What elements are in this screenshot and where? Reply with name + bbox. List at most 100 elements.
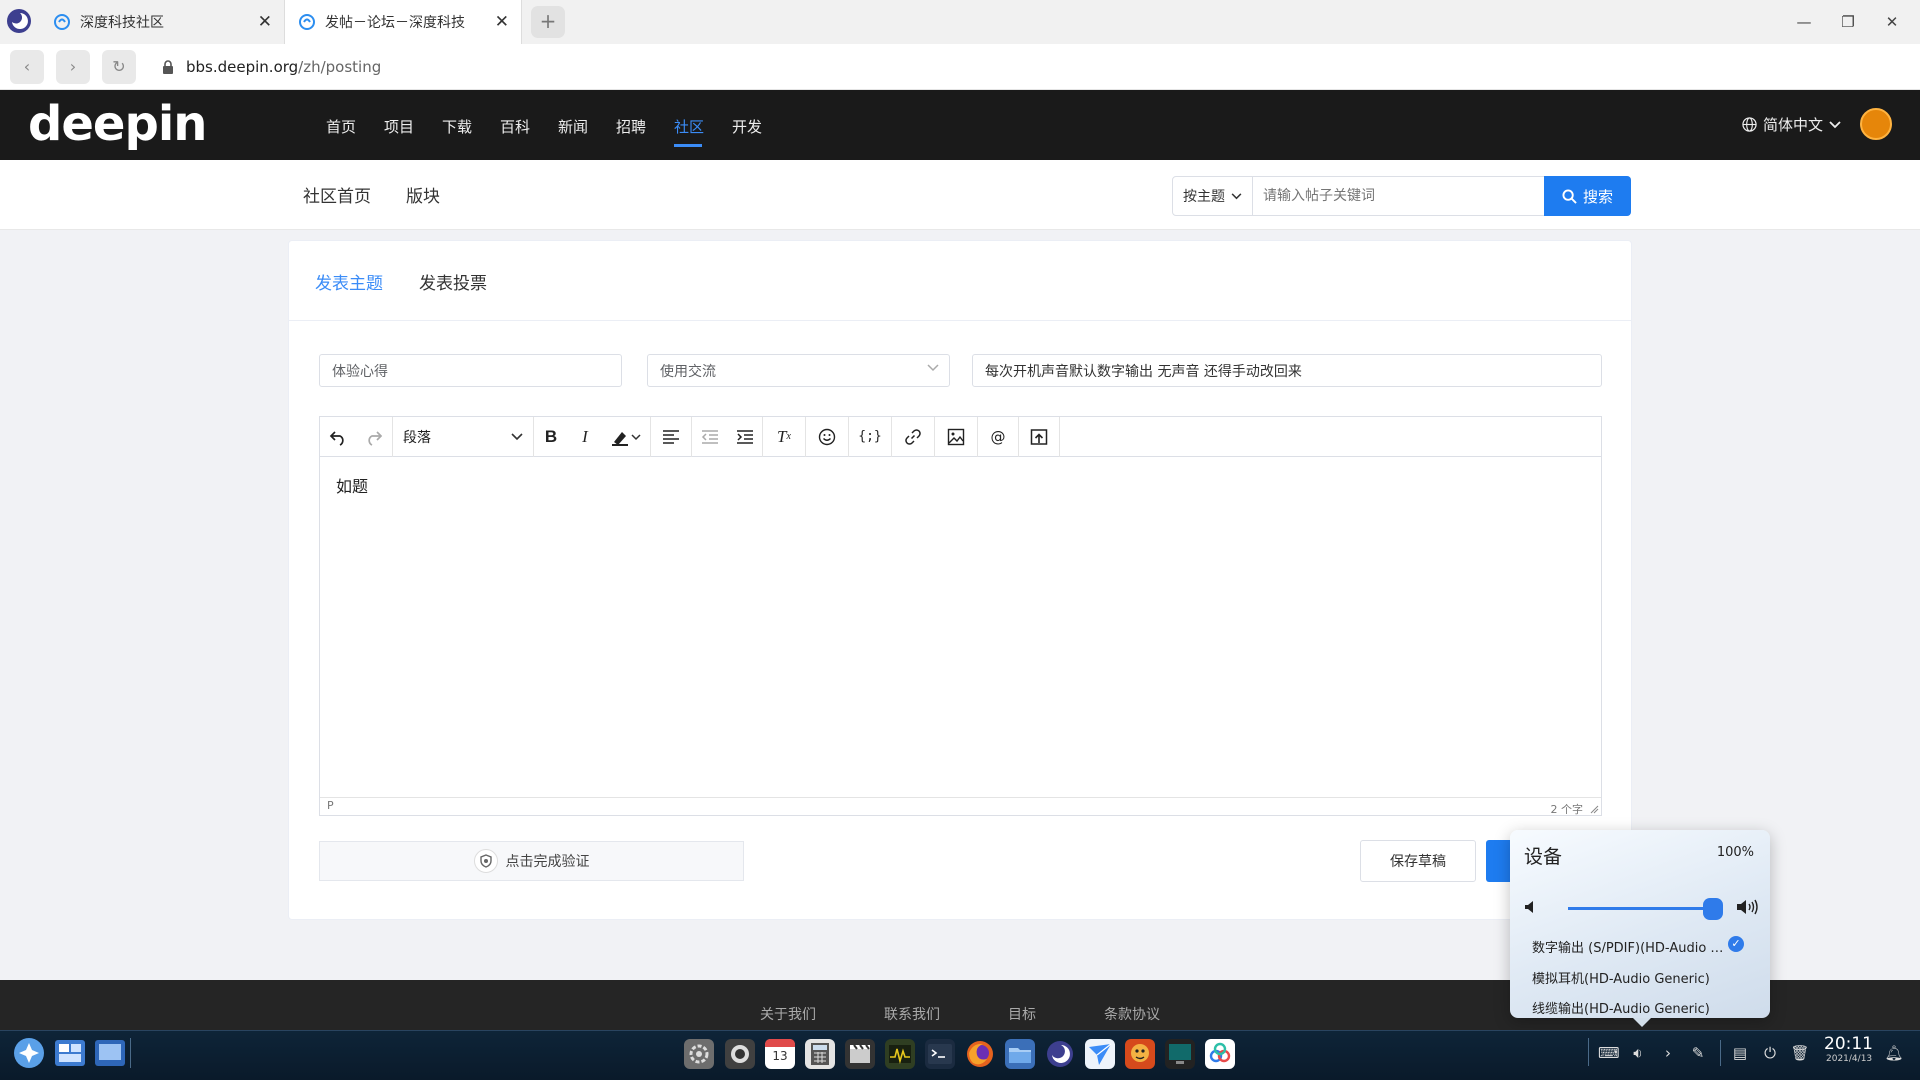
image-icon[interactable]: [935, 417, 977, 457]
game-app-icon[interactable]: [1125, 1039, 1155, 1069]
search-type-select[interactable]: 按主题: [1173, 177, 1253, 215]
footer-goals[interactable]: 目标: [1008, 1004, 1036, 1024]
checkmark-icon: ✓: [1728, 936, 1744, 952]
bold-icon[interactable]: B: [534, 417, 568, 457]
nav-download[interactable]: 下载: [442, 116, 472, 137]
forward-button[interactable]: ›: [56, 50, 90, 84]
tab-community-home[interactable]: 深度科技社区 ✕: [40, 0, 284, 44]
language-selector[interactable]: 简体中文: [1742, 114, 1841, 135]
forum-select[interactable]: 使用交流: [647, 354, 950, 387]
minimize-icon[interactable]: —: [1792, 10, 1816, 34]
nav-jobs[interactable]: 招聘: [616, 116, 646, 137]
post-type-tabs: 发表主题 发表投票: [289, 241, 1631, 321]
calendar-day: 13: [772, 1049, 788, 1063]
paragraph-format-select[interactable]: 段落: [393, 417, 533, 457]
trash-icon[interactable]: 🗑︎: [1790, 1043, 1810, 1063]
clear-format-icon[interactable]: Tx: [763, 417, 805, 457]
highlight-color-icon[interactable]: [602, 417, 650, 457]
calculator-icon[interactable]: [805, 1039, 835, 1069]
align-left-icon[interactable]: [651, 417, 691, 457]
multitasking-icon[interactable]: [54, 1038, 86, 1068]
search-button[interactable]: 搜索: [1544, 176, 1631, 216]
indent-icon[interactable]: [728, 417, 762, 457]
resize-handle-icon[interactable]: [1589, 804, 1599, 814]
nav-develop[interactable]: 开发: [732, 116, 762, 137]
close-tab-icon[interactable]: ✕: [258, 13, 272, 31]
user-avatar[interactable]: [1860, 108, 1892, 140]
system-monitor-icon[interactable]: [885, 1039, 915, 1069]
launcher-icon[interactable]: [12, 1036, 46, 1070]
search-group: 按主题 搜索: [1172, 176, 1631, 216]
italic-icon[interactable]: I: [568, 417, 602, 457]
keyboard-layout-icon[interactable]: ⌨: [1598, 1043, 1620, 1063]
device-analog-headphones[interactable]: 模拟耳机(HD-Audio Generic): [1532, 968, 1710, 987]
power-icon[interactable]: ⏻: [1760, 1043, 1780, 1063]
nav-wiki[interactable]: 百科: [500, 116, 530, 137]
footer-contact[interactable]: 联系我们: [884, 1004, 940, 1024]
remote-desktop-icon[interactable]: [1165, 1039, 1195, 1069]
address-bar[interactable]: bbs.deepin.org/zh/posting: [148, 50, 1848, 84]
volume-tray-icon[interactable]: 🔉︎: [1628, 1043, 1648, 1063]
emoji-icon[interactable]: [806, 417, 848, 457]
back-button[interactable]: ‹: [10, 50, 44, 84]
file-manager-icon[interactable]: [1005, 1039, 1035, 1069]
cloud-drive-icon[interactable]: [1205, 1039, 1235, 1069]
language-label: 简体中文: [1763, 116, 1824, 134]
close-tab-icon[interactable]: ✕: [495, 13, 509, 31]
tab-post-poll[interactable]: 发表投票: [419, 269, 487, 294]
tab-posting[interactable]: 发帖－论坛－深度科技 ✕: [284, 0, 522, 44]
lock-icon: [163, 60, 173, 74]
volume-high-icon[interactable]: [1736, 898, 1760, 916]
show-desktop-icon[interactable]: [94, 1038, 126, 1068]
browser-logo-icon[interactable]: [6, 8, 32, 34]
volume-slider-handle[interactable]: [1703, 898, 1723, 920]
firefox-icon[interactable]: [965, 1039, 995, 1069]
nav-projects[interactable]: 项目: [384, 116, 414, 137]
footer-terms[interactable]: 条款协议: [1104, 1004, 1160, 1024]
save-draft-button[interactable]: 保存草稿: [1360, 840, 1476, 882]
device-digital-output[interactable]: 数字输出 (S/PDIF)(HD-Audio …: [1532, 937, 1723, 956]
upload-icon[interactable]: [1019, 417, 1059, 457]
deepin-logo[interactable]: deepin: [28, 98, 207, 150]
subnav-community-home[interactable]: 社区首页: [303, 182, 371, 207]
new-tab-button[interactable]: +: [531, 6, 565, 38]
reload-button[interactable]: ↻: [102, 50, 136, 84]
title-input[interactable]: 每次开机声音默认数字输出 无声音 还得手动改回来: [972, 354, 1602, 387]
editor-toolbar: 段落 B I Tx {;} @: [320, 416, 1601, 457]
mail-icon[interactable]: [1085, 1039, 1115, 1069]
captcha-verify-button[interactable]: 点击完成验证: [319, 841, 744, 881]
pen-icon[interactable]: ✎: [1688, 1043, 1708, 1063]
subnav-boards[interactable]: 版块: [406, 182, 440, 207]
device-line-output[interactable]: 线缆输出(HD-Audio Generic): [1532, 998, 1710, 1017]
notification-icon[interactable]: 🔔︎: [1884, 1043, 1904, 1063]
redo-icon[interactable]: [356, 417, 392, 457]
url-path: /zh/posting: [298, 58, 382, 76]
rich-text-editor: 段落 B I Tx {;} @ 如题 P 2 个字: [319, 416, 1602, 816]
category-field[interactable]: 体验心得: [319, 354, 622, 387]
deepin-browser-icon[interactable]: [1045, 1039, 1075, 1069]
calendar-icon[interactable]: 13: [765, 1039, 795, 1069]
restore-icon[interactable]: ❐: [1836, 10, 1860, 34]
footer-about[interactable]: 关于我们: [760, 1004, 816, 1024]
link-icon[interactable]: [892, 417, 934, 457]
control-center-icon[interactable]: [684, 1039, 714, 1069]
clock-time[interactable]: 20:11: [1824, 1034, 1873, 1054]
nav-news[interactable]: 新闻: [558, 116, 588, 137]
editor-content-area[interactable]: 如题: [320, 457, 1601, 797]
tab-post-topic[interactable]: 发表主题: [315, 269, 383, 294]
chevron-right-icon[interactable]: ›: [1658, 1043, 1678, 1063]
code-block-icon[interactable]: {;}: [849, 417, 891, 457]
screen-recorder-icon[interactable]: [725, 1039, 755, 1069]
nav-home[interactable]: 首页: [326, 116, 356, 137]
close-window-icon[interactable]: ✕: [1880, 10, 1904, 34]
movie-player-icon[interactable]: [845, 1039, 875, 1069]
nav-community[interactable]: 社区: [674, 116, 704, 137]
volume-mute-icon[interactable]: [1524, 900, 1538, 914]
undo-icon[interactable]: [320, 417, 356, 457]
outdent-icon[interactable]: [692, 417, 728, 457]
terminal-icon[interactable]: [925, 1039, 955, 1069]
globe-icon: [1742, 117, 1757, 132]
mention-icon[interactable]: @: [978, 417, 1018, 457]
clock-date: 2021/4/13: [1826, 1054, 1873, 1064]
notification-list-icon[interactable]: ▤: [1730, 1043, 1750, 1063]
